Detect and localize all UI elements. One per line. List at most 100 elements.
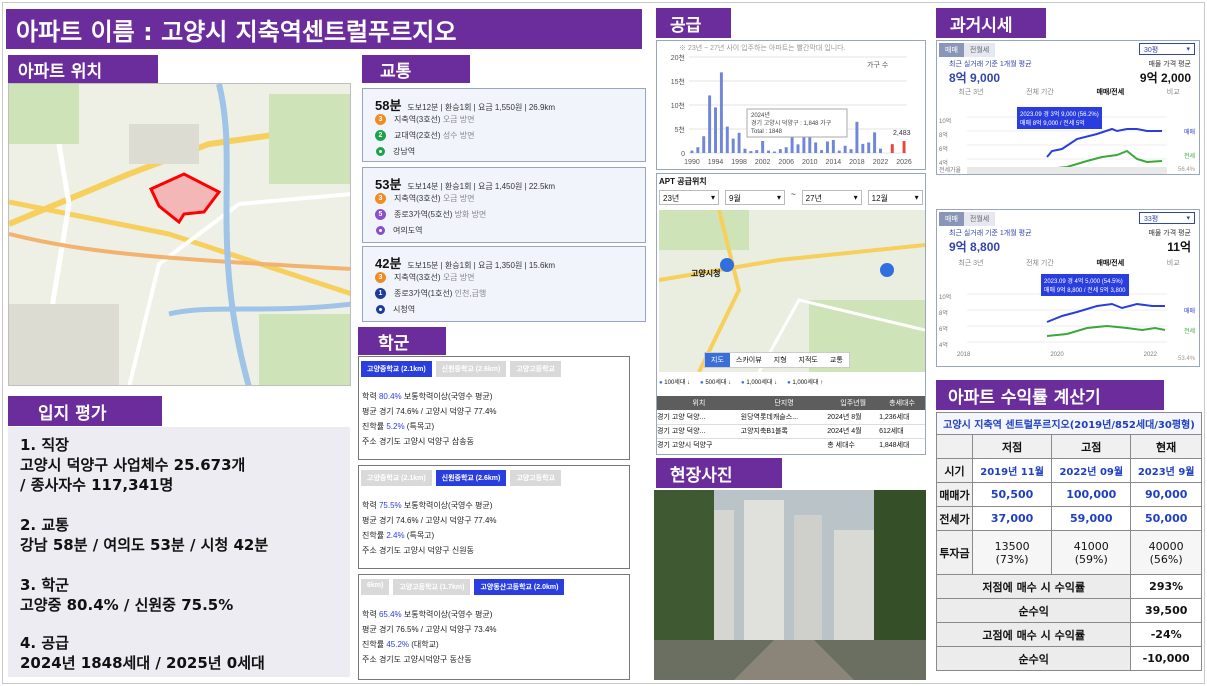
subtab[interactable]: 비교 bbox=[1167, 258, 1180, 268]
supply-bar bbox=[719, 72, 723, 153]
school-tab[interactable]: 고양고등학교 bbox=[510, 470, 561, 486]
route-card-yeouido[interactable]: 53분 도보14분 | 환승1회 | 요금 1,450원 | 22.5km 3 지축… bbox=[362, 167, 646, 243]
station-name: 지축역(3호선) bbox=[394, 193, 441, 203]
col-empty bbox=[936, 434, 973, 459]
school-tab[interactable]: 6km) bbox=[361, 579, 390, 595]
route-header: 53분 도보14분 | 환승1회 | 요금 1,450원 | 22.5km bbox=[363, 168, 645, 192]
ask-label: 매물 가격 평균 bbox=[1148, 230, 1191, 237]
eval-line: 고양시 덕양구 사업체수 25.673개 bbox=[20, 456, 246, 474]
end-month-select[interactable]: 12월 ▾ bbox=[867, 190, 923, 205]
map-tab[interactable]: 지적도 bbox=[793, 353, 824, 367]
location-map[interactable] bbox=[8, 83, 351, 386]
supply-bar bbox=[731, 138, 735, 153]
basis-label: 최근 실거래 기준 1개월 평균 bbox=[949, 61, 1032, 68]
chevron-down-icon: ▾ bbox=[1186, 215, 1190, 222]
legend-item: ● 500세대 ↓ bbox=[700, 380, 732, 386]
map-tab[interactable]: 지도 bbox=[705, 353, 730, 367]
data-label: 2,483 bbox=[893, 130, 911, 137]
x-tick-label: 1994 bbox=[708, 159, 724, 166]
tab-rent[interactable]: 전월세 bbox=[963, 43, 996, 57]
subtab[interactable]: 매매/전세 bbox=[1096, 87, 1124, 97]
ask-price: 11억 bbox=[1167, 240, 1191, 254]
school-tab[interactable]: 고양중학교 (2.1km) bbox=[361, 470, 432, 486]
school-card-2[interactable]: 고양중학교 (2.1km) 신원중학교 (2.6km) 고양고등학교 학력 75… bbox=[358, 465, 630, 569]
chevron-down-icon: ▾ bbox=[914, 193, 919, 202]
start-month-select[interactable]: 9월 ▾ bbox=[725, 190, 785, 205]
tab-sale[interactable]: 매매 bbox=[939, 212, 964, 226]
x-tick-label: 2026 bbox=[896, 159, 912, 166]
rate-label: 보통학력이상(국영수 평균) bbox=[403, 392, 493, 401]
size-select[interactable]: 33평 ▾ bbox=[1139, 212, 1195, 224]
map-tab[interactable]: 지형 bbox=[768, 353, 793, 367]
school-card-3[interactable]: 6km) 고양고등학교 (1.7km) 고양동산고등학교 (2.0km) 학력 … bbox=[358, 574, 630, 680]
chevron-down-icon: ▾ bbox=[1186, 46, 1190, 53]
school-card-1[interactable]: 고양중학교 (2.1km) 신원중학교 (2.6km) 고양고등학교 학력 80… bbox=[358, 356, 630, 460]
route-card-gangnam[interactable]: 58분 도보12분 | 환승1회 | 요금 1,550원 | 26.9km 3 지축… bbox=[362, 88, 646, 162]
subtab[interactable]: 전체 기간 bbox=[1026, 87, 1054, 97]
route-step: 시청역 bbox=[363, 301, 645, 317]
chart-tooltip: 2023.09 경 4억 5,000 (54.5%) 매매 9억 8,800 /… bbox=[1041, 274, 1129, 296]
subtab[interactable]: 비교 bbox=[1167, 87, 1180, 97]
input-sale-now[interactable]: 90,000 bbox=[1130, 482, 1202, 507]
tab-rent[interactable]: 전월세 bbox=[963, 212, 996, 226]
y-axis-labels: 10억 8억 6억 4억 bbox=[939, 119, 952, 167]
map-tab[interactable]: 교통 bbox=[824, 353, 849, 367]
route-step: 3 지축역(3호선) 오금 방면 bbox=[363, 269, 645, 285]
supply-bar bbox=[767, 150, 771, 153]
start-year-select[interactable]: 23년 ▾ bbox=[659, 190, 719, 205]
col-now: 현재 bbox=[1130, 434, 1202, 459]
input-rent-low[interactable]: 37,000 bbox=[971, 506, 1053, 531]
input-sale-high[interactable]: 100,000 bbox=[1051, 482, 1132, 507]
school-tab[interactable]: 고양중학교 (2.1km) bbox=[361, 361, 432, 377]
supply-bar bbox=[873, 132, 877, 153]
subtab[interactable]: 전체 기간 bbox=[1026, 258, 1054, 268]
route-header: 42분 도보15분 | 환승1회 | 요금 1,350원 | 15.6km bbox=[363, 247, 645, 271]
table-row[interactable]: 경기 고양 덕양... 고양지축B1블록 2024년 4월 612세대 bbox=[657, 424, 925, 438]
eval-line: 고양중 80.4% / 신원중 75.5% bbox=[20, 596, 234, 614]
supply-bar bbox=[855, 121, 859, 153]
calc-summary-row: 저점에 매수 시 수익률 293% bbox=[935, 574, 1202, 599]
marker-icon: ● bbox=[659, 380, 663, 386]
route-step: 3 지축역(3호선) 오금 방면 bbox=[363, 190, 645, 206]
end-year-select[interactable]: 27년 ▾ bbox=[801, 190, 862, 205]
school-tab[interactable]: 고양동산고등학교 (2.0km) bbox=[474, 579, 565, 595]
y-tick-label: 15천 bbox=[671, 77, 685, 86]
school-tab[interactable]: 고양고등학교 bbox=[510, 361, 561, 377]
supply-bar bbox=[708, 95, 712, 153]
x-tick-label: 2022 bbox=[873, 159, 889, 166]
adv-type: (대학교) bbox=[411, 640, 439, 649]
y-axis-labels: 10억 8억 6억 4억 bbox=[939, 295, 952, 349]
input-rent-high[interactable]: 59,000 bbox=[1051, 506, 1132, 531]
supply-map-graphic bbox=[659, 210, 925, 372]
school-tabs: 고양중학교 (2.1km) 신원중학교 (2.6km) 고양고등학교 bbox=[359, 357, 629, 381]
school-tab[interactable]: 신원중학교 (2.6km) bbox=[435, 470, 507, 486]
return-calculator: 고양시 지축역 센트럴푸르지오(2019년/852세대/30평형) 저점 고점 … bbox=[935, 412, 1202, 672]
adv-value: 45.2% bbox=[386, 640, 410, 649]
school-adv: 진학률 2.4% (특목고) bbox=[359, 528, 629, 543]
col-low: 저점 bbox=[971, 434, 1053, 459]
route-card-cityhall[interactable]: 42분 도보15분 | 환승1회 | 요금 1,350원 | 15.6km 3 지축… bbox=[362, 246, 646, 322]
tooltip-line: Total : 1848 bbox=[751, 129, 783, 135]
supply-chart-panel: ※ 23년 ~ 27년 사이 입주하는 아파트는 빨간막대 입니다. 0 5천 10… bbox=[656, 40, 926, 170]
eval-item-1: 1. 직장 고양시 덕양구 사업체수 25.673개 / 종사자수 117,34… bbox=[20, 435, 245, 495]
tooltip-line: 2024년 bbox=[751, 111, 770, 119]
supply-map[interactable]: 고양시청 지도 스카이뷰 지형 지적도 교통 bbox=[659, 210, 925, 372]
input-rent-now[interactable]: 50,000 bbox=[1130, 506, 1202, 531]
station-dir: 성수 방면 bbox=[442, 130, 475, 140]
school-tab[interactable]: 신원중학교 (2.6km) bbox=[435, 361, 507, 377]
subtab[interactable]: 최근 3년 bbox=[958, 258, 983, 268]
eval-item-2: 2. 교통 강남 58분 / 여의도 53분 / 시청 42분 bbox=[20, 515, 268, 555]
school-rate: 학력 65.4% 보통학력이상(국영수 평균) bbox=[362, 610, 493, 619]
school-tab[interactable]: 고양고등학교 (1.7km) bbox=[393, 579, 471, 595]
route-info: 도보14분 | 환승1회 | 요금 1,450원 | 22.5km bbox=[407, 182, 556, 191]
input-sale-low[interactable]: 50,500 bbox=[971, 482, 1053, 507]
table-row[interactable]: 경기 고양 덕양... 원당역롯데캐슬스... 2024년 8월 1,236세대 bbox=[657, 410, 925, 424]
station-name: 지축역(3호선) bbox=[394, 272, 441, 282]
subtab[interactable]: 최근 3년 bbox=[958, 87, 983, 97]
subtab[interactable]: 매매/전세 bbox=[1096, 258, 1124, 268]
school-avg: 평균 경기 74.6% / 고양시 덕양구 77.4% bbox=[362, 516, 497, 525]
size-select[interactable]: 30평 ▾ bbox=[1139, 43, 1195, 55]
map-tab[interactable]: 스카이뷰 bbox=[730, 353, 768, 367]
supply-bar bbox=[737, 132, 741, 153]
tab-sale[interactable]: 매매 bbox=[939, 43, 964, 57]
